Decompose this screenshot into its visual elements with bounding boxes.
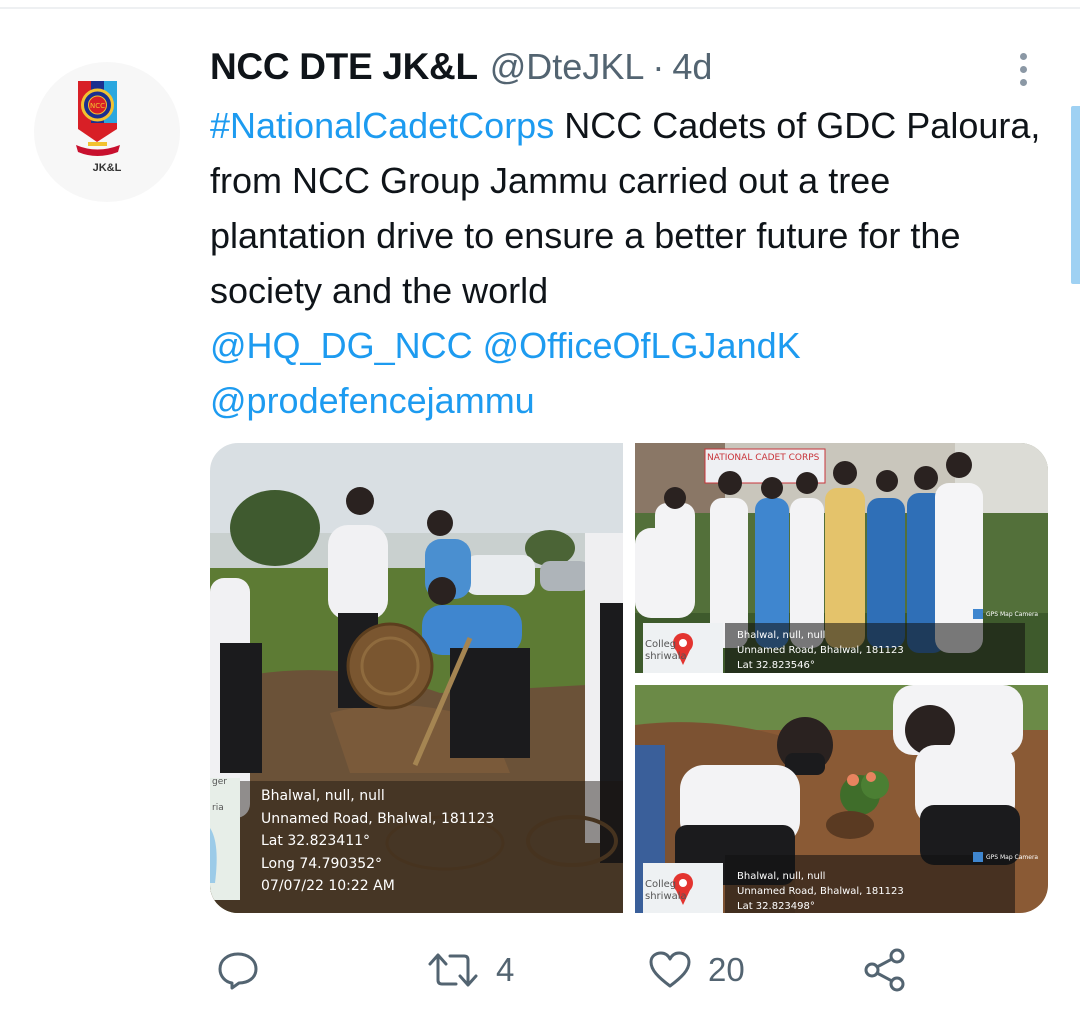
user-handle[interactable]: @DteJKL [490,46,645,88]
photo-tree-plantation-2[interactable]: Colleg shriwala GPS Map Camera Bhalwal, … [635,685,1048,913]
map-label: Colleg shriwala [645,879,687,903]
ncc-crest-logo: NCC [76,81,120,156]
caption-line: Unnamed Road, Bhalwal, 181123 [261,810,495,827]
photo-tree-plantation-1[interactable]: ger ria Bhalwal, null, null Unnamed Road… [210,443,623,913]
watermark: GPS Map Camera [986,611,1039,618]
heart-icon [649,951,691,988]
map-label-line: shriwala [645,651,687,662]
reply-icon [218,952,258,990]
retweet-count: 4 [496,951,515,988]
separator-dot: · [652,46,665,87]
avatar[interactable]: NCC JK&L [34,62,180,202]
retweet-button[interactable]: 4 [426,945,514,995]
caption-line: Long 74.790352° [261,855,383,872]
gps-caption: Bhalwal, null, null Unnamed Road, Bhalwa… [737,869,904,913]
watermark: GPS Map Camera [986,854,1039,861]
caption-line: Lat 32.823498° [737,901,815,912]
display-name[interactable]: NCC DTE JK&L [210,46,478,88]
tweet-actions: 4 20 [0,945,1080,995]
reply-button[interactable] [216,945,276,995]
map-label: ria [212,803,224,813]
media-grid: ger ria Bhalwal, null, null Unnamed Road… [210,443,1048,913]
caption-line: Bhalwal, null, null [737,630,826,641]
map-label-line: Colleg [645,879,677,890]
like-count: 20 [708,951,745,988]
scrollbar-thumb[interactable] [1071,106,1080,284]
gps-caption: Bhalwal, null, null Unnamed Road, Bhalwa… [261,785,494,898]
timestamp[interactable]: 4d [672,46,712,88]
mention-link[interactable]: @HQ_DG_NCC [210,325,473,366]
map-label: Colleg shriwala [645,639,687,663]
top-divider [0,7,1080,9]
more-options-icon[interactable] [1010,50,1040,90]
caption-line: Bhalwal, null, null [737,871,826,882]
share-icon [864,948,905,992]
mention-link[interactable]: @prodefencejammu [210,380,535,421]
retweet-icon [428,953,478,987]
tweet-header: NCC DTE JK&L @DteJKL · 4d [210,46,712,94]
avatar-caption: JK&L [92,162,122,174]
caption-line: Unnamed Road, Bhalwal, 181123 [737,886,904,897]
tweet-text: #NationalCadetCorps NCC Cadets of GDC Pa… [210,98,1050,428]
caption-line: Bhalwal, null, null [261,788,385,804]
map-label-line: shriwala [645,891,687,902]
mention-link[interactable]: @OfficeOfLGJandK [483,325,801,366]
banner-text: NATIONAL CADET CORPS [707,453,820,463]
map-label: ger [212,777,227,787]
svg-text:NCC: NCC [90,102,105,110]
caption-line: 07/07/22 10:22 AM [261,878,395,894]
map-label-line: Colleg [645,639,677,650]
caption-line: Lat 32.823546° [737,660,815,671]
caption-line: Unnamed Road, Bhalwal, 181123 [737,645,904,656]
hashtag-link[interactable]: #NationalCadetCorps [210,105,554,146]
share-button[interactable] [862,945,924,995]
photo-group-cadets[interactable]: NATIONAL CADET CORPS Colleg shriwala GPS… [635,443,1048,673]
like-button[interactable]: 20 [648,945,745,995]
gps-caption: Bhalwal, null, null Unnamed Road, Bhalwa… [737,628,904,673]
caption-line: Lat 32.823411° [261,833,371,849]
